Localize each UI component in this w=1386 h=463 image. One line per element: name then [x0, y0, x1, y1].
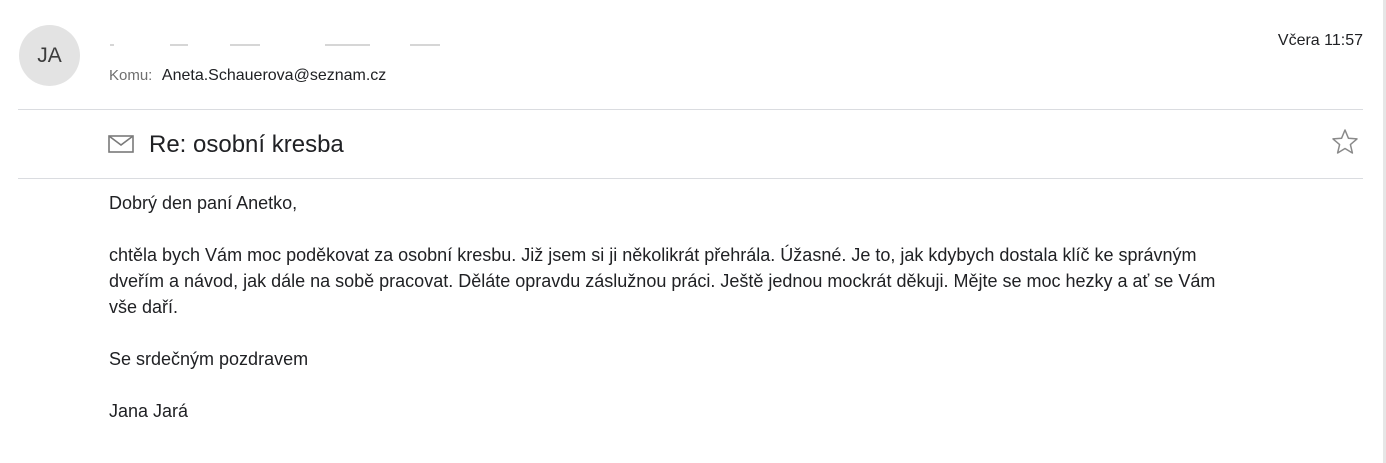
body-paragraph-line: chtěla bych Vám moc poděkovat za osobní …	[109, 245, 1197, 265]
body-paragraph: chtěla bych Vám moc poděkovat za osobní …	[109, 242, 1339, 320]
body-paragraph-line: dveřím a návod, jak dále na sobě pracova…	[109, 271, 1216, 291]
message-date: Včera 11:57	[1277, 32, 1363, 49]
avatar-initials: JA	[37, 43, 62, 67]
message-subject: Re: osobní kresba	[149, 131, 344, 158]
subject-divider	[18, 178, 1363, 179]
sender-name-redacted	[110, 44, 440, 48]
body-paragraph-line: vše daří.	[109, 297, 179, 317]
recipient-label: Komu:	[109, 67, 153, 84]
star-icon[interactable]	[1331, 128, 1359, 156]
message-body: Dobrý den paní Anetko, chtěla bych Vám m…	[109, 190, 1339, 424]
email-view: JA Komu: Aneta.Schauerova@seznam.cz Včer…	[0, 0, 1386, 463]
envelope-icon	[108, 135, 134, 153]
body-greeting: Dobrý den paní Anetko,	[109, 193, 298, 213]
recipient-address[interactable]: Aneta.Schauerova@seznam.cz	[162, 67, 386, 84]
recipient-line: Komu: Aneta.Schauerova@seznam.cz	[109, 66, 386, 86]
body-signature: Jana Jará	[109, 401, 189, 421]
header-divider	[18, 109, 1363, 110]
body-closing: Se srdečným pozdravem	[109, 349, 309, 369]
avatar[interactable]: JA	[19, 25, 80, 86]
